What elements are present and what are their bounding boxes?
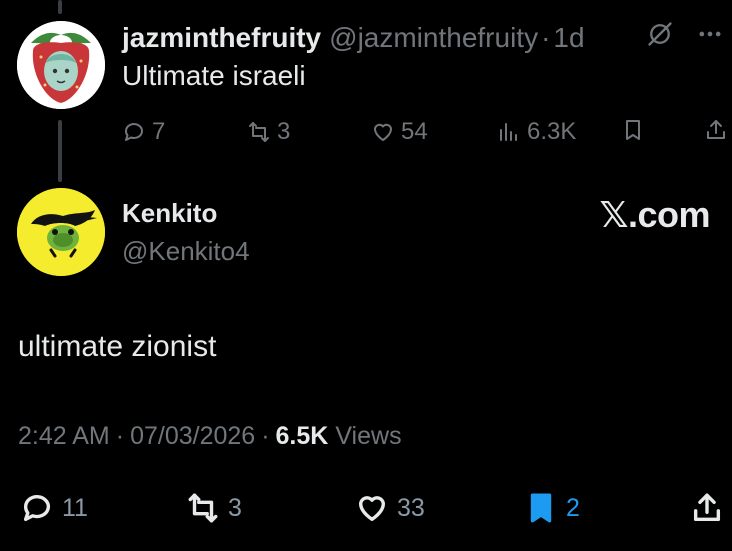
avatar[interactable]: [17, 21, 105, 109]
views-count: 6.3K: [527, 118, 577, 145]
like-button[interactable]: 54: [371, 118, 428, 146]
more-icon[interactable]: [696, 20, 724, 57]
share-icon: [693, 493, 721, 522]
repost-count: 3: [228, 493, 242, 522]
bird-avatar-icon: [17, 188, 105, 276]
thread-line-top: [58, 0, 62, 14]
x-logo: 𝕏.com: [599, 194, 710, 235]
user-handle[interactable]: @Kenkito4: [122, 236, 250, 267]
bookmark-filled-icon: [530, 493, 552, 523]
post-date[interactable]: 07/03/2026: [130, 422, 255, 451]
bookmark-button[interactable]: [621, 118, 645, 142]
share-button[interactable]: [690, 491, 724, 525]
repost-icon: [249, 122, 269, 142]
strawberry-avatar-icon: [17, 21, 105, 109]
repost-button[interactable]: 3: [186, 491, 242, 525]
tweet-actions: 7 3 54 6.3K: [0, 112, 732, 148]
bookmark-count: 2: [566, 493, 580, 522]
reply-icon: [125, 123, 143, 141]
separator-dot: ·: [541, 22, 551, 53]
reply-count: 7: [152, 118, 166, 145]
tweet-actions: 11 3 33 2: [0, 488, 732, 528]
repost-button[interactable]: 3: [247, 118, 290, 146]
like-count: 33: [397, 493, 425, 522]
display-name[interactable]: Kenkito: [122, 198, 217, 229]
separator-dot: ·: [115, 422, 125, 450]
grok-icon[interactable]: [646, 20, 674, 57]
tweet-text: Ultimate israeli: [122, 60, 306, 91]
display-name[interactable]: jazminthefruity: [122, 22, 321, 54]
heart-icon: [358, 496, 386, 522]
reply-count: 11: [62, 493, 88, 522]
user-handle[interactable]: @jazminthefruity: [329, 22, 538, 54]
reply-button[interactable]: 7: [122, 118, 165, 146]
like-count: 54: [401, 118, 428, 145]
repost-icon: [188, 493, 218, 523]
tweet-header: jazminthefruity @jazminthefruity · 1d: [122, 18, 585, 58]
avatar[interactable]: [17, 188, 105, 276]
share-icon: [707, 120, 725, 139]
reply-icon: [23, 495, 51, 522]
reply-button[interactable]: 11: [20, 491, 88, 525]
separator-dot: ·: [261, 422, 270, 450]
views-count[interactable]: 6.5K: [276, 422, 329, 451]
heart-icon: [374, 123, 392, 141]
views-icon: [500, 123, 517, 141]
like-button[interactable]: 33: [355, 491, 425, 525]
bookmark-icon: [626, 120, 640, 140]
bookmark-button[interactable]: 2: [524, 491, 580, 525]
tweet-metadata: 2:42 AM · 07/03/2026 · 6.5K Views: [18, 422, 402, 451]
post-time[interactable]: 2:42 AM: [18, 422, 110, 451]
views-button[interactable]: 6.3K: [497, 118, 576, 146]
tweet-text: ultimate zionist: [18, 330, 217, 363]
views-label: Views: [335, 422, 402, 450]
repost-count: 3: [277, 118, 291, 145]
share-button[interactable]: [704, 118, 728, 142]
post-time[interactable]: 1d: [553, 22, 584, 54]
